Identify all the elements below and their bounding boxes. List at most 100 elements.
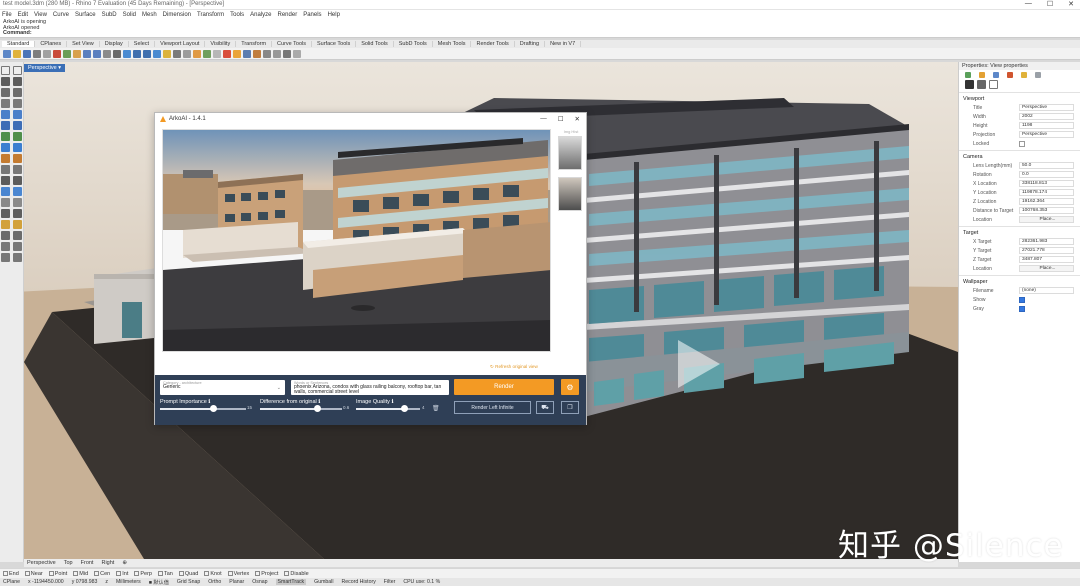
osnap-project[interactable]: Project [255, 571, 278, 577]
dimension-icon[interactable] [1, 209, 10, 218]
minimize-button[interactable]: — [1025, 0, 1032, 8]
tab-standard[interactable]: Standard [2, 41, 36, 47]
technical-icon[interactable] [283, 50, 291, 58]
wireframe-icon[interactable] [273, 50, 281, 58]
help-icon[interactable] [253, 50, 261, 58]
menu-render[interactable]: Render [278, 12, 298, 18]
menu-surface[interactable]: Surface [75, 12, 96, 18]
join-icon[interactable] [1, 165, 10, 174]
video-play-icon[interactable] [668, 336, 724, 392]
close-button[interactable]: ✕ [1068, 0, 1074, 8]
folder-icon[interactable] [1021, 72, 1027, 78]
title-field[interactable]: Perspective [1019, 104, 1074, 111]
prompt-importance-slider[interactable] [160, 405, 246, 412]
layout-icon[interactable] [1, 231, 10, 240]
menu-help[interactable]: Help [328, 12, 340, 18]
curvature-icon[interactable] [13, 220, 22, 229]
osnap-disable[interactable]: Disable [284, 571, 309, 577]
menu-tools[interactable]: Tools [230, 12, 244, 18]
zoom-icon[interactable] [123, 50, 131, 58]
ghosted-icon[interactable] [263, 50, 271, 58]
ortho-toggle[interactable]: Ortho [208, 579, 221, 585]
menu-mesh[interactable]: Mesh [142, 12, 157, 18]
render-preview-image[interactable] [162, 129, 551, 352]
render-properties-icon[interactable] [1007, 72, 1013, 78]
scale-icon[interactable] [13, 187, 22, 196]
undo-icon[interactable] [83, 50, 91, 58]
viewport-tab-perspective[interactable]: Perspective ▾ [24, 64, 66, 72]
move-icon[interactable] [1, 176, 10, 185]
extrude-icon[interactable] [13, 110, 22, 119]
add-viewport-button[interactable]: ⊕ [122, 560, 127, 566]
tab-cplanes[interactable]: CPlanes [35, 41, 68, 47]
osnap-near[interactable]: Near [24, 571, 43, 577]
osnap-end[interactable]: End [3, 571, 19, 577]
analyze-icon[interactable] [1, 220, 10, 229]
x-location-field[interactable]: 338118.813 [1019, 180, 1074, 187]
hide-icon[interactable] [13, 242, 22, 251]
explode-icon[interactable] [13, 165, 22, 174]
menu-solid[interactable]: Solid [123, 12, 136, 18]
delete-icon[interactable]: 🗑 [432, 405, 440, 412]
point-icon[interactable] [13, 66, 22, 75]
osnap-vertex[interactable]: Vertex [227, 571, 249, 577]
dialog-minimize-button[interactable]: — [540, 115, 547, 123]
tab-front[interactable]: Front [81, 560, 94, 566]
distance-to-target-field[interactable]: 100768.353 [1019, 207, 1074, 214]
shade-icon[interactable] [213, 50, 221, 58]
osnap-perp[interactable]: Perp [134, 571, 152, 577]
copy-icon[interactable] [63, 50, 71, 58]
box-icon[interactable] [1, 121, 10, 130]
menu-edit[interactable]: Edit [18, 12, 28, 18]
tab-viewport-layout[interactable]: Viewport Layout [155, 41, 206, 47]
maximize-button[interactable]: ☐ [1047, 0, 1053, 8]
projection-select[interactable]: Perspective [1019, 131, 1074, 138]
smarttrack-toggle[interactable]: SmartTrack [275, 579, 307, 585]
pan-icon[interactable] [103, 50, 111, 58]
tab-top[interactable]: Top [64, 560, 73, 566]
light-icon[interactable] [193, 50, 201, 58]
history-thumbnail[interactable] [558, 177, 582, 211]
osnap-int[interactable]: Int [116, 571, 128, 577]
menu-view[interactable]: View [34, 12, 47, 18]
tab-set-view[interactable]: Set View [67, 41, 100, 47]
camera-icon[interactable] [965, 80, 974, 89]
trim-icon[interactable] [1, 154, 10, 163]
menu-transform[interactable]: Transform [197, 12, 224, 18]
filter-toggle[interactable]: Filter [384, 579, 396, 585]
gray-checkbox[interactable] [1019, 305, 1025, 312]
height-field[interactable]: 1198 [1019, 122, 1074, 129]
link-icon[interactable] [977, 80, 986, 89]
render-left-infinite-button[interactable]: Render Left Infinite [454, 401, 531, 414]
material-icon[interactable] [233, 50, 241, 58]
z-location-field[interactable]: 19162.364 [1019, 198, 1074, 205]
object-properties-icon[interactable] [965, 72, 971, 78]
split-icon[interactable] [13, 154, 22, 163]
menu-file[interactable]: File [2, 12, 12, 18]
rotate-view-icon[interactable] [113, 50, 121, 58]
settings-icon[interactable]: ⚙ [561, 379, 579, 395]
boolean-icon[interactable] [1, 143, 10, 152]
arc-icon[interactable] [13, 88, 22, 97]
difference-slider[interactable] [260, 405, 342, 412]
osnap-quad[interactable]: Quad [178, 571, 198, 577]
tab-select[interactable]: Select [129, 41, 156, 47]
sphere-icon[interactable] [13, 121, 22, 130]
help-icon[interactable] [1035, 72, 1041, 78]
array-icon[interactable] [13, 198, 22, 207]
tab-drafting[interactable]: Drafting [515, 41, 546, 47]
y-location-field[interactable]: 119878.174 [1019, 189, 1074, 196]
group-icon[interactable] [1, 242, 10, 251]
menu-analyze[interactable]: Analyze [250, 12, 271, 18]
snap-icon[interactable] [13, 253, 22, 262]
menu-curve[interactable]: Curve [53, 12, 69, 18]
zoom-extents-icon[interactable] [143, 50, 151, 58]
block-icon[interactable] [13, 231, 22, 240]
command-area[interactable]: ArkoAI is opening ArkoAI opened Command: [0, 19, 1080, 38]
tab-solid-tools[interactable]: Solid Tools [356, 41, 394, 47]
wallpaper-filename-select[interactable]: (none) [1019, 287, 1074, 294]
y-target-field[interactable]: 27021.778 [1019, 247, 1074, 254]
history-thumbnail[interactable] [558, 136, 582, 170]
osnap-knot[interactable]: Knot [204, 571, 222, 577]
render-icon[interactable] [223, 50, 231, 58]
